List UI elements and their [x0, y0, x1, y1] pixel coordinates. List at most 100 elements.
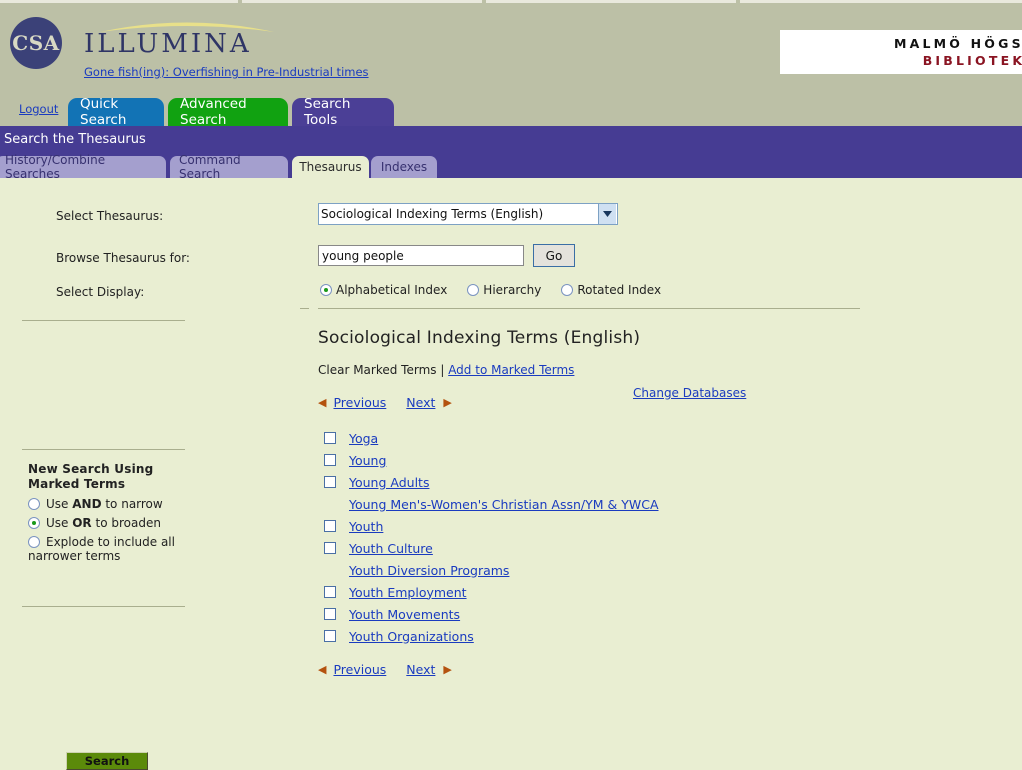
term-checkbox[interactable] [324, 608, 336, 620]
next-link-top[interactable]: Next [406, 395, 435, 410]
select-display-label: Select Display: [56, 285, 145, 299]
radio-or-label: Use OR to broaden [46, 516, 161, 530]
term-checkbox[interactable] [324, 432, 336, 444]
next-arrow-icon: ▶ [443, 396, 452, 409]
thesaurus-select[interactable]: Sociological Indexing Terms (English) [318, 203, 618, 225]
results-panel: Sociological Indexing Terms (English) Cl… [318, 328, 918, 677]
institution-name: MALMÖ HÖGSKOLA [893, 36, 1022, 51]
subtab-history-combine-searches[interactable]: History/Combine Searches [0, 153, 166, 181]
display-option-alphabetical-index[interactable]: Alphabetical Index [320, 283, 447, 297]
results-title: Sociological Indexing Terms (English) [318, 328, 641, 348]
page-header: CSA ILLUMINA Gone fish(ing): Overfishing… [0, 8, 1022, 96]
list-item: Young [318, 449, 918, 471]
go-button[interactable]: Go [533, 244, 575, 267]
radio-alphabetical-index-icon[interactable] [320, 284, 332, 296]
term-link[interactable]: Youth Diversion Programs [349, 563, 509, 578]
marked-terms-title-line2: Marked Terms [28, 477, 126, 491]
term-checkbox[interactable] [324, 630, 336, 642]
term-link[interactable]: Youth Culture [349, 541, 433, 556]
display-option-rotated-index[interactable]: Rotated Index [561, 283, 661, 297]
section-banner: Search the Thesaurus [0, 126, 1022, 156]
radio-option-or[interactable]: Use OR to broaden [28, 516, 228, 530]
radio-and-icon[interactable] [28, 498, 40, 510]
radio-explode-label: Explode to include all [46, 535, 175, 549]
pagination-bottom: ◀ Previous Next ▶ [318, 662, 918, 677]
clear-marked-terms-label: Clear Marked Terms [318, 363, 437, 377]
term-link[interactable]: Youth Movements [349, 607, 460, 622]
list-item: Youth Diversion Programs [318, 559, 918, 581]
section-title: Search the Thesaurus [4, 132, 146, 147]
term-checkbox[interactable] [324, 476, 336, 488]
tab-quick-search[interactable]: Quick Search [68, 96, 164, 128]
browse-thesaurus-label: Browse Thesaurus for: [56, 251, 190, 265]
list-item: Youth Organizations [318, 625, 918, 647]
chrome-segment [486, 0, 736, 3]
radio-and-label: Use AND to narrow [46, 497, 163, 511]
institution-subtitle: BIBLIOTEK & IT [922, 53, 1022, 68]
subtab-thesaurus[interactable]: Thesaurus [292, 156, 369, 178]
term-link[interactable]: Yoga [349, 431, 378, 446]
browse-input[interactable] [318, 245, 524, 266]
add-to-marked-terms-link[interactable]: Add to Marked Terms [448, 363, 574, 377]
logout-link[interactable]: Logout [19, 102, 58, 116]
marked-terms-title-line1: New Search Using [28, 462, 154, 476]
previous-link-top[interactable]: Previous [333, 395, 386, 410]
tagline-link[interactable]: Gone fish(ing): Overfishing in Pre-Indus… [84, 65, 369, 79]
list-item: Youth Culture [318, 537, 918, 559]
term-checkbox[interactable] [324, 520, 336, 532]
list-item: Youth Employment [318, 581, 918, 603]
search-button[interactable]: Search [66, 752, 148, 770]
term-link[interactable]: Youth Organizations [349, 629, 474, 644]
divider [300, 308, 309, 309]
previous-link-bottom[interactable]: Previous [333, 662, 386, 677]
institution-logo: MALMÖ HÖGSKOLA BIBLIOTEK & IT [780, 30, 1022, 74]
list-item: Youth Movements [318, 603, 918, 625]
divider [22, 449, 185, 450]
radio-rotated-index-icon[interactable] [561, 284, 574, 296]
list-item: Yoga [318, 427, 918, 449]
display-options: Alphabetical Index Hierarchy Rotated Ind… [320, 283, 681, 297]
main-content: New Search Using Marked Terms Use AND to… [0, 178, 1022, 770]
radio-option-and[interactable]: Use AND to narrow [28, 497, 228, 511]
term-link[interactable]: Young Men's-Women's Christian Assn/YM & … [349, 497, 659, 512]
marked-terms-panel: New Search Using Marked Terms Use AND to… [28, 462, 228, 563]
term-link[interactable]: Young Adults [349, 475, 429, 490]
pagination-top: ◀ Previous Next ▶ [318, 395, 918, 410]
radio-or-icon[interactable] [28, 517, 40, 529]
browser-chrome-strip [0, 0, 1022, 8]
radio-option-explode[interactable]: Explode to include all [28, 535, 228, 549]
display-option-label: Alphabetical Index [336, 283, 448, 297]
chrome-segment [0, 0, 238, 3]
divider [22, 320, 185, 321]
list-item: Young Adults [318, 471, 918, 493]
list-item: Young Men's-Women's Christian Assn/YM & … [318, 493, 918, 515]
term-link[interactable]: Youth [349, 519, 383, 534]
previous-arrow-icon: ◀ [318, 663, 327, 676]
term-checkbox[interactable] [324, 586, 336, 598]
chrome-segment [242, 0, 482, 3]
term-checkbox[interactable] [324, 454, 336, 466]
radio-hierarchy-icon[interactable] [467, 284, 480, 296]
previous-arrow-icon: ◀ [318, 396, 327, 409]
illumina-brand: ILLUMINA [84, 19, 276, 58]
marked-terms-actions: Clear Marked Terms | Add to Marked Terms [318, 363, 918, 377]
tab-search-tools[interactable]: Search Tools [292, 96, 394, 128]
select-thesaurus-label: Select Thesaurus: [56, 209, 164, 223]
radio-explode-icon[interactable] [28, 536, 40, 548]
subtab-command-search[interactable]: Command Search [170, 153, 288, 181]
divider [318, 308, 860, 309]
separator: | [436, 363, 449, 377]
term-link[interactable]: Young [349, 453, 386, 468]
display-option-hierarchy[interactable]: Hierarchy [467, 283, 541, 297]
arc-decoration-icon [98, 19, 276, 32]
csa-logo: CSA [10, 17, 62, 69]
radio-explode-label-continuation: narrower terms [28, 549, 121, 563]
tab-advanced-search[interactable]: Advanced Search [168, 96, 288, 128]
next-link-bottom[interactable]: Next [406, 662, 435, 677]
brand-name: ILLUMINA [84, 29, 252, 59]
subtab-indexes[interactable]: Indexes [371, 156, 437, 178]
display-option-label: Hierarchy [483, 283, 542, 297]
term-link[interactable]: Youth Employment [349, 585, 467, 600]
term-checkbox[interactable] [324, 542, 336, 554]
list-item: Youth [318, 515, 918, 537]
